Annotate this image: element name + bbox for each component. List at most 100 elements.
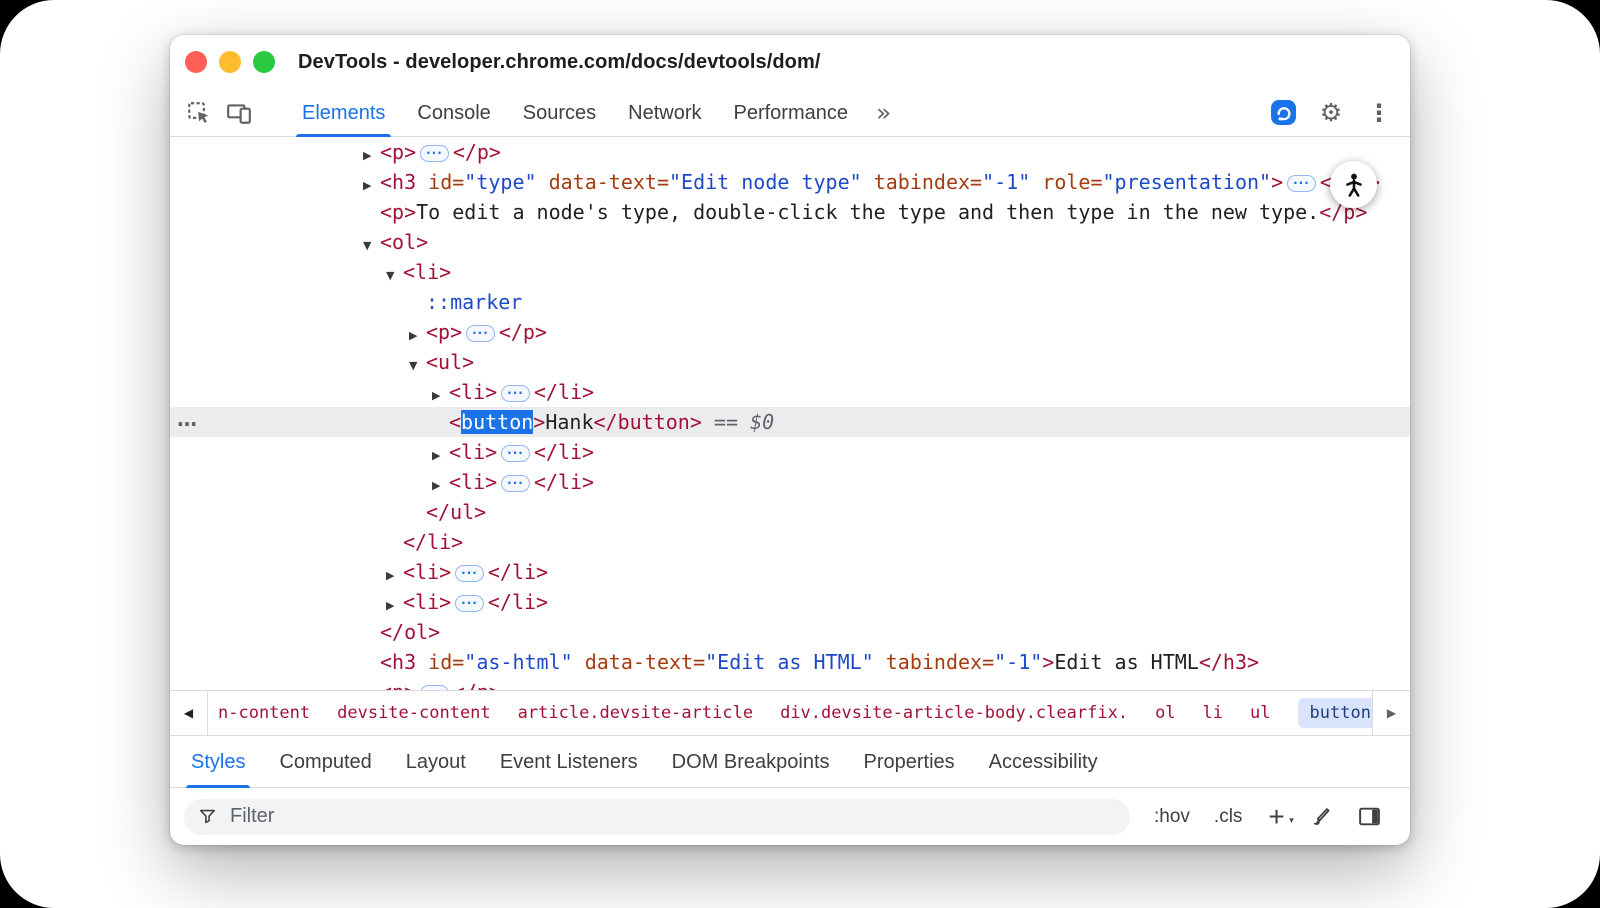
dom-tree-row[interactable]: </ol>: [170, 617, 1410, 647]
code-token-tag: <li>: [403, 590, 451, 614]
inline-expand-button[interactable]: ···: [1287, 175, 1316, 192]
inline-expand-button[interactable]: ···: [501, 385, 530, 402]
blue-sync-badge-icon: [1270, 99, 1297, 126]
rendering-emulation-button[interactable]: [1309, 805, 1333, 829]
inline-expand-button[interactable]: ···: [420, 145, 449, 162]
subtab-layout[interactable]: Layout: [389, 736, 483, 788]
dom-tree-row[interactable]: ::marker: [170, 287, 1410, 317]
dom-tree-row[interactable]: ▶<li>···</li>: [170, 587, 1410, 617]
code-token-txt: Hank: [545, 410, 593, 434]
code-token-tag: >: [533, 410, 545, 434]
plus-icon: +: [1268, 801, 1284, 832]
breadcrumb-button[interactable]: button: [1298, 698, 1372, 728]
dock-right-icon: [1357, 804, 1382, 829]
filter-funnel-icon: [198, 807, 217, 826]
dom-tree-row[interactable]: ▶<p>···</p>: [170, 317, 1410, 347]
breadcrumb-div-devsite-article-body-clearfix[interactable]: div.devsite-article-body.clearfix.: [780, 703, 1128, 723]
three-dot-menu-icon: ⋮: [1367, 99, 1391, 127]
sidebar-tab-strip: StylesComputedLayoutEvent ListenersDOM B…: [170, 735, 1410, 787]
code-token-attr: data-text=: [537, 170, 669, 194]
breadcrumb-article-devsite-article[interactable]: article.devsite-article: [518, 703, 753, 723]
code-token-tag: </button>: [594, 410, 702, 434]
toggle-device-toolbar-button[interactable]: [222, 96, 256, 130]
code-token-tag: </li>: [488, 590, 548, 614]
customize-devtools-button[interactable]: ⋮: [1364, 98, 1394, 128]
code-token-tag: </h3>: [1199, 650, 1259, 674]
chevron-right-icon: ▶: [1387, 706, 1396, 720]
devtools-extension-button[interactable]: [1268, 98, 1298, 128]
tab-elements[interactable]: Elements: [286, 89, 401, 137]
code-token-attr: id=: [428, 170, 464, 194]
subtab-styles[interactable]: Styles: [174, 736, 262, 788]
dock-side-button[interactable]: [1357, 804, 1382, 829]
code-token-txt: Edit as HTML: [1054, 650, 1199, 674]
breadcrumb-ol[interactable]: ol: [1155, 703, 1175, 723]
expand-arrow-icon[interactable]: ▶: [363, 681, 380, 690]
code-token-tag: </li>: [403, 530, 463, 554]
element-classes-button[interactable]: .cls: [1214, 806, 1243, 828]
dom-tree-row[interactable]: ▶<p>···</p>: [170, 677, 1410, 690]
code-token-tag: <li>: [449, 470, 497, 494]
subtab-dom-breakpoints[interactable]: DOM Breakpoints: [655, 736, 847, 788]
dom-tree-row[interactable]: ▼<ol>: [170, 227, 1410, 257]
device-toolbar-icon: [226, 100, 252, 126]
dom-tree-row[interactable]: …<button>Hank</button> == $0: [170, 407, 1410, 437]
new-style-rule-button[interactable]: +▾: [1268, 806, 1284, 828]
breadcrumb-n-content[interactable]: n-content: [218, 703, 310, 723]
settings-button[interactable]: ⚙: [1316, 98, 1346, 128]
dom-tree-row[interactable]: ▶<h3 id="type" data-text="Edit node type…: [170, 167, 1410, 197]
more-tabs-button[interactable]: »: [864, 98, 903, 127]
dom-tree-row[interactable]: <p>To edit a node's type, double-click t…: [170, 197, 1410, 227]
breadcrumb-scroll-right-button[interactable]: ▶: [1372, 691, 1410, 735]
code-token-attr: data-text=: [573, 650, 705, 674]
inline-expand-button[interactable]: ···: [455, 565, 484, 582]
tab-console[interactable]: Console: [401, 89, 506, 137]
dom-tree-row[interactable]: </li>: [170, 527, 1410, 557]
subtab-computed[interactable]: Computed: [262, 736, 388, 788]
code-token-tag: <li>: [403, 260, 451, 284]
breadcrumb-bar: ◀ n-content devsite-content article.devsit…: [170, 690, 1410, 735]
traffic-lights: [185, 51, 275, 73]
code-token-tag: <ol>: [380, 230, 428, 254]
dom-tree-row[interactable]: ▶<p>···</p>: [170, 137, 1410, 167]
inspect-element-button[interactable]: [182, 96, 216, 130]
row-overflow-icon: …: [177, 404, 198, 434]
code-token-attr: tabindex=: [874, 650, 994, 674]
subtab-properties[interactable]: Properties: [847, 736, 972, 788]
minimize-window-button[interactable]: [219, 51, 241, 73]
dom-tree-row[interactable]: ▼<ul>: [170, 347, 1410, 377]
dom-tree-row[interactable]: ▶<li>···</li>: [170, 557, 1410, 587]
styles-filter-input[interactable]: [228, 804, 1116, 829]
dom-tree-row[interactable]: ▼<li>: [170, 257, 1410, 287]
inline-expand-button[interactable]: ···: [501, 445, 530, 462]
breadcrumb-devsite-content[interactable]: devsite-content: [337, 703, 491, 723]
dom-tree-row[interactable]: ▶<li>···</li>: [170, 377, 1410, 407]
tab-sources[interactable]: Sources: [507, 89, 612, 137]
toggle-element-state-button[interactable]: :hov: [1154, 806, 1190, 828]
inline-expand-button[interactable]: ···: [420, 685, 449, 690]
code-token-tag: <li>: [449, 440, 497, 464]
dom-tree-row[interactable]: <h3 id="as-html" data-text="Edit as HTML…: [170, 647, 1410, 677]
code-token-attr: id=: [428, 650, 464, 674]
code-token-tag: <p>: [380, 680, 416, 690]
breadcrumb-li[interactable]: li: [1203, 703, 1223, 723]
code-token-val: "Edit as HTML": [705, 650, 874, 674]
tab-network[interactable]: Network: [612, 89, 717, 137]
breadcrumb-scroll-left-button[interactable]: ◀: [170, 691, 208, 735]
dom-tree-row[interactable]: ▶<li>···</li>: [170, 467, 1410, 497]
inline-expand-button[interactable]: ···: [466, 325, 495, 342]
dom-tree-row[interactable]: </ul>: [170, 497, 1410, 527]
gear-icon: ⚙: [1320, 98, 1342, 127]
dom-tree-row[interactable]: ▶<li>···</li>: [170, 437, 1410, 467]
close-window-button[interactable]: [185, 51, 207, 73]
inline-expand-button[interactable]: ···: [501, 475, 530, 492]
subtab-event-listeners[interactable]: Event Listeners: [483, 736, 655, 788]
breadcrumb-ul[interactable]: ul: [1250, 703, 1270, 723]
code-token-val: "type": [464, 170, 536, 194]
zoom-window-button[interactable]: [253, 51, 275, 73]
inspect-cursor-icon: [186, 100, 212, 126]
code-token-tag: </p>: [453, 140, 501, 164]
tab-performance[interactable]: Performance: [718, 89, 865, 137]
subtab-accessibility[interactable]: Accessibility: [972, 736, 1115, 788]
inline-expand-button[interactable]: ···: [455, 595, 484, 612]
